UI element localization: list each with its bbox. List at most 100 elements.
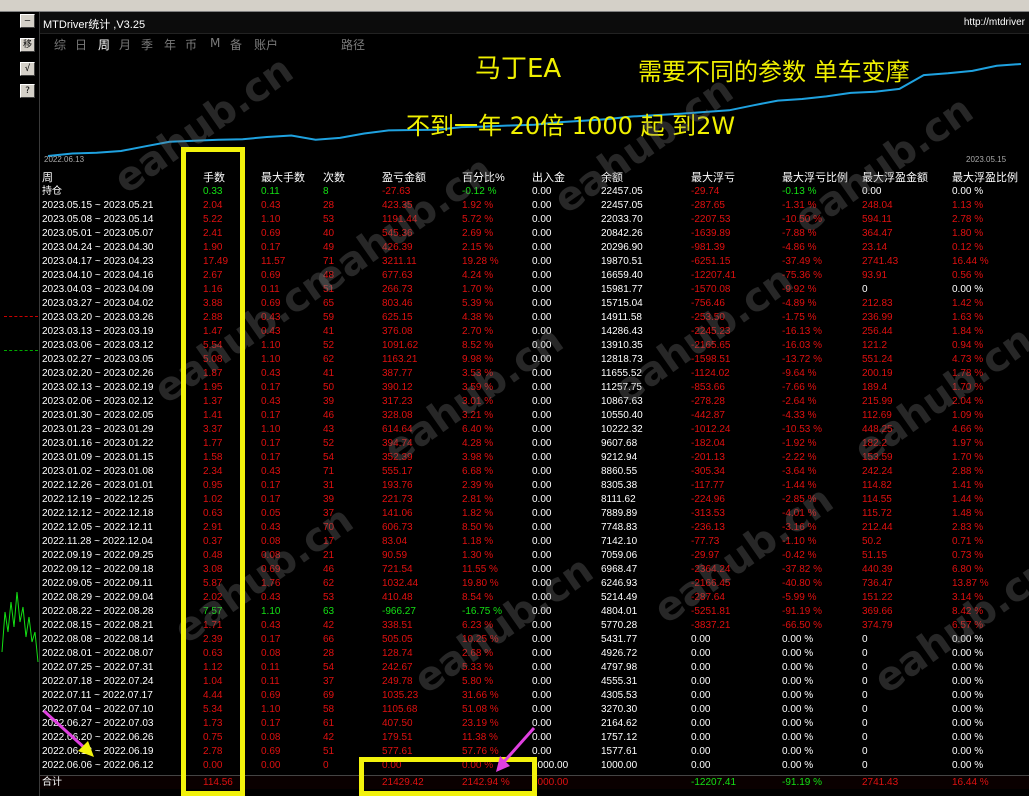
cell-11: 0.00 % [952, 676, 984, 687]
table-row: 2023.01.09 ~ 2023.01.15 1.58 0.17 54 352.39 3… [40, 451, 1029, 465]
cell-2: 0.43 [261, 466, 281, 477]
cell-9: -13.72 % [782, 354, 823, 365]
tab-10[interactable]: 路径 [341, 36, 365, 53]
table-row: 2023.04.03 ~ 2023.04.09 1.16 0.11 51 266.73 1… [40, 283, 1029, 297]
cell-6: 0.00 [532, 186, 552, 197]
cell-6: 0.00 [532, 508, 552, 519]
cell-8: -1598.51 [691, 354, 731, 365]
cell-10: 23.14 [862, 242, 888, 253]
cell-3: 50 [323, 382, 335, 393]
cell-3: 42 [323, 620, 335, 631]
table-row: 2022.08.08 ~ 2022.08.14 2.39 0.17 66 505.05 1… [40, 633, 1029, 647]
header-9: 最大浮亏比例 [782, 172, 848, 184]
cell-1: 5.87 [203, 578, 223, 589]
cell-10: 0 [862, 634, 868, 645]
cell-9: -7.66 % [782, 382, 817, 393]
cell-2: 0.08 [261, 550, 281, 561]
table-total-row: 合计 114.56 21429.42 2142.94 % 1000.00 -12207.4… [40, 775, 1029, 789]
cell-11: 1.44 % [952, 494, 984, 505]
cell-7: 11257.75 [601, 382, 642, 393]
check-button[interactable]: √ [20, 62, 35, 76]
cell-6: 0.00 [532, 340, 552, 351]
cell-10: 0 [862, 648, 868, 659]
cell-5: 5.80 % [462, 676, 494, 687]
cell-11: 1.80 % [952, 228, 984, 239]
minimize-button[interactable]: — [20, 14, 35, 28]
cell-8: -29.74 [691, 186, 720, 197]
cell-0: 2023.03.20 ~ 2023.03.26 [42, 312, 154, 323]
cell-1: 1.16 [203, 284, 223, 295]
table-row: 2023.01.23 ~ 2023.01.29 3.37 1.10 43 614.64 6… [40, 423, 1029, 437]
cell-10: 0 [862, 690, 868, 701]
cell-0: 2022.12.26 ~ 2023.01.01 [42, 480, 154, 491]
table-row: 2022.07.18 ~ 2022.07.24 1.04 0.11 37 249.78 5… [40, 675, 1029, 689]
cell-6: 0.00 [532, 438, 552, 449]
cell-1: 1.47 [203, 326, 223, 337]
tab-1[interactable]: 日 [75, 36, 87, 53]
move-button[interactable]: 移 [20, 38, 35, 52]
table-row: 2022.08.01 ~ 2022.08.07 0.63 0.08 28 128.74 2… [40, 647, 1029, 661]
cell-3: 31 [323, 480, 335, 491]
cell-0: 2023.02.06 ~ 2023.02.12 [42, 396, 154, 407]
tab-4[interactable]: 季 [141, 36, 153, 53]
cell-3: 49 [323, 242, 335, 253]
cell-4: 193.76 [382, 480, 413, 491]
cell-3: 71 [323, 256, 335, 267]
cell-10: 215.99 [862, 396, 893, 407]
cell-1: 2.41 [203, 228, 223, 239]
cell-9: -75.36 % [782, 270, 823, 281]
cell-6: 0.00 [532, 536, 552, 547]
tab-2[interactable]: 周 [98, 36, 110, 53]
cell-6: 0.00 [532, 494, 552, 505]
cell-2: 0.17 [261, 382, 281, 393]
cell-10: 236.99 [862, 312, 893, 323]
cell-2: 0.11 [261, 676, 280, 687]
cell-4: 83.04 [382, 536, 408, 547]
cell-0: 2022.06.06 ~ 2022.06.12 [42, 760, 154, 771]
cell-1: 1.77 [203, 438, 223, 449]
cell-6: 0.00 [532, 452, 552, 463]
cell-7: 4797.98 [601, 662, 638, 673]
cell-2: 0.69 [261, 746, 281, 757]
cell-0: 2022.06.27 ~ 2022.07.03 [42, 718, 154, 729]
tab-0[interactable]: 综 [54, 36, 66, 53]
cell-10: 2741.43 [862, 777, 899, 788]
cell-5: 2.15 % [462, 242, 494, 253]
cell-7: 13910.35 [601, 340, 643, 351]
tab-5[interactable]: 年 [164, 36, 176, 53]
cell-1: 5.34 [203, 704, 223, 715]
cell-4: 352.39 [382, 452, 413, 463]
cell-1: 5.22 [203, 214, 223, 225]
cell-3: 59 [323, 312, 335, 323]
help-button[interactable]: ? [20, 84, 35, 98]
cell-5: 1.30 % [462, 550, 494, 561]
cell-8: 0.00 [691, 690, 711, 701]
tab-8[interactable]: 备 [230, 36, 242, 53]
cell-6: 0.00 [532, 200, 552, 211]
cell-0: 2022.08.22 ~ 2022.08.28 [42, 606, 154, 617]
cell-11: 13.87 % [952, 578, 989, 589]
cell-4: 3211.11 [382, 256, 417, 267]
cell-8: -1639.89 [691, 228, 731, 239]
tab-7[interactable]: M [210, 36, 220, 50]
cell-10: 374.79 [862, 620, 893, 631]
window-url[interactable]: http://mtdriver [964, 17, 1025, 28]
cell-5: 11.38 % [462, 732, 498, 743]
cell-0: 2022.07.18 ~ 2022.07.24 [42, 676, 154, 687]
cell-11: 1.97 % [952, 438, 984, 449]
table-position-row: 持仓 0.33 0.11 8 -27.63 -0.12 % 0.00 22457.05 -29.… [40, 185, 1029, 199]
tab-9[interactable]: 账户 [254, 36, 278, 53]
cell-9: -4.01 % [782, 508, 817, 519]
cell-10: 112.69 [862, 410, 892, 421]
cell-6: 0.00 [532, 424, 552, 435]
cell-0: 2023.02.20 ~ 2023.02.26 [42, 368, 154, 379]
cell-1: 2.04 [203, 200, 223, 211]
cell-11: 2.78 % [952, 214, 984, 225]
cell-0: 2022.11.28 ~ 2022.12.04 [42, 536, 153, 547]
cell-7: 4804.01 [601, 606, 638, 617]
cell-9: 0.00 % [782, 648, 814, 659]
tab-3[interactable]: 月 [119, 36, 131, 53]
cell-11: 8.42 % [952, 606, 984, 617]
cell-11: 0.56 % [952, 270, 984, 281]
tab-6[interactable]: 币 [185, 36, 197, 53]
